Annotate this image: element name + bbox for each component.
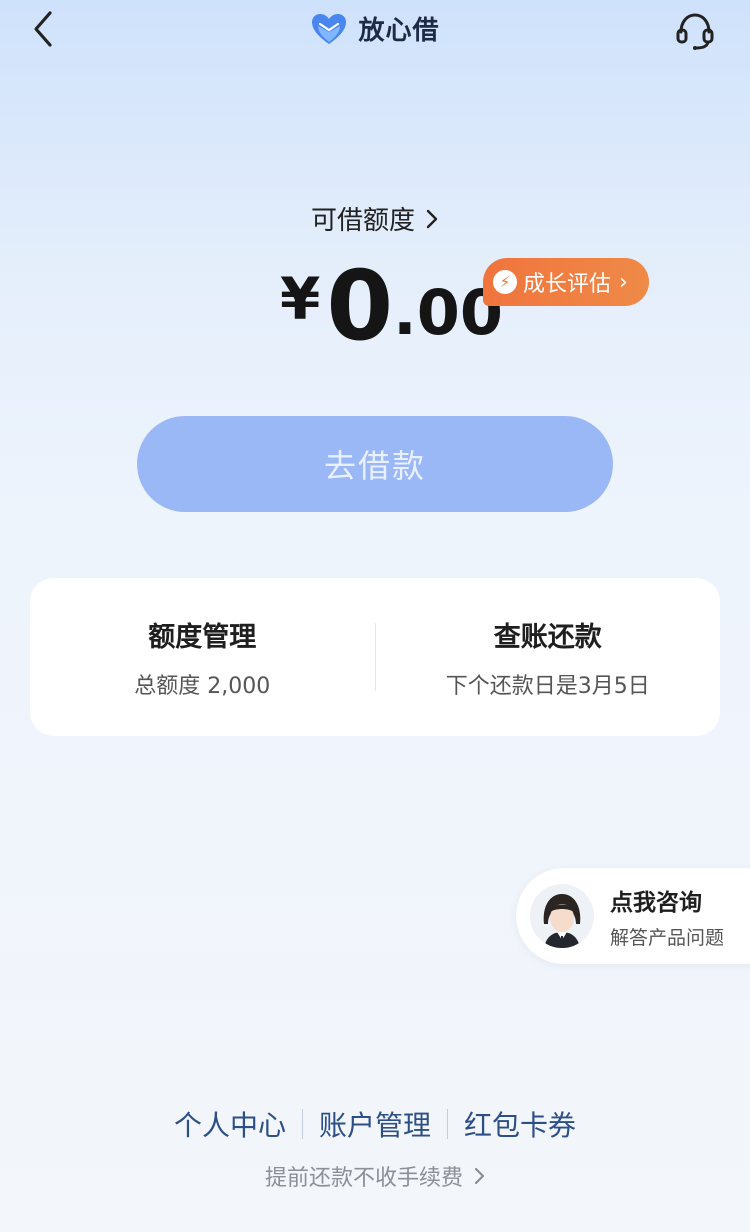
borrow-button[interactable]: 去借款 [137, 416, 613, 512]
chevron-right-icon: › [619, 269, 628, 295]
coupons-link[interactable]: 红包卡券 [448, 1104, 592, 1144]
currency-symbol: ¥ [280, 265, 321, 333]
brand-logo-icon [312, 13, 347, 44]
next-repayment-date-text: 下个还款日是3月5日 [445, 673, 650, 699]
top-bar: 放心借 [0, 0, 750, 64]
total-limit-text: 总额度 2,000 [134, 673, 271, 699]
lightning-icon: ⚡ [493, 270, 517, 294]
app-title: 放心借 [358, 16, 440, 46]
quota-label: 可借额度 [310, 206, 415, 236]
account-management-link[interactable]: 账户管理 [303, 1104, 447, 1144]
amount-integer: 0 [326, 250, 394, 362]
available-amount: ¥ 0 .00 [280, 256, 503, 356]
consult-title: 点我咨询 [610, 889, 702, 916]
limit-management-entry[interactable]: 额度管理 总额度 2,000 [30, 578, 375, 736]
consult-subtitle: 解答产品问题 [610, 926, 725, 949]
billing-repayment-entry[interactable]: 查账还款 下个还款日是3月5日 [376, 578, 721, 736]
personal-center-link[interactable]: 个人中心 [158, 1104, 302, 1144]
growth-assessment-badge[interactable]: ⚡ 成长评估 › [483, 258, 649, 306]
consultant-avatar [530, 884, 594, 948]
brand: 放心借 [0, 10, 750, 47]
account-card: 额度管理 总额度 2,000 查账还款 下个还款日是3月5日 [30, 578, 720, 736]
consult-text: 点我咨询 解答产品问题 [610, 883, 724, 950]
billing-repayment-title: 查账还款 [493, 621, 602, 653]
early-repayment-note-link[interactable]: 提前还款不收手续费 [0, 1160, 750, 1192]
growth-assessment-label: 成长评估 [523, 272, 612, 297]
chevron-right-icon [426, 209, 438, 228]
consult-float-button[interactable]: 点我咨询 解答产品问题 [516, 868, 750, 964]
customer-service-button[interactable] [672, 8, 718, 54]
quota-label-link[interactable]: 可借额度 [0, 200, 750, 237]
chevron-right-icon [474, 1167, 485, 1185]
bottom-links: 个人中心 账户管理 红包卡券 [0, 1104, 750, 1144]
limit-management-title: 额度管理 [148, 621, 257, 653]
early-repayment-note: 提前还款不收手续费 [264, 1166, 463, 1191]
consultant-avatar-image [530, 884, 594, 948]
headset-icon [676, 13, 714, 50]
